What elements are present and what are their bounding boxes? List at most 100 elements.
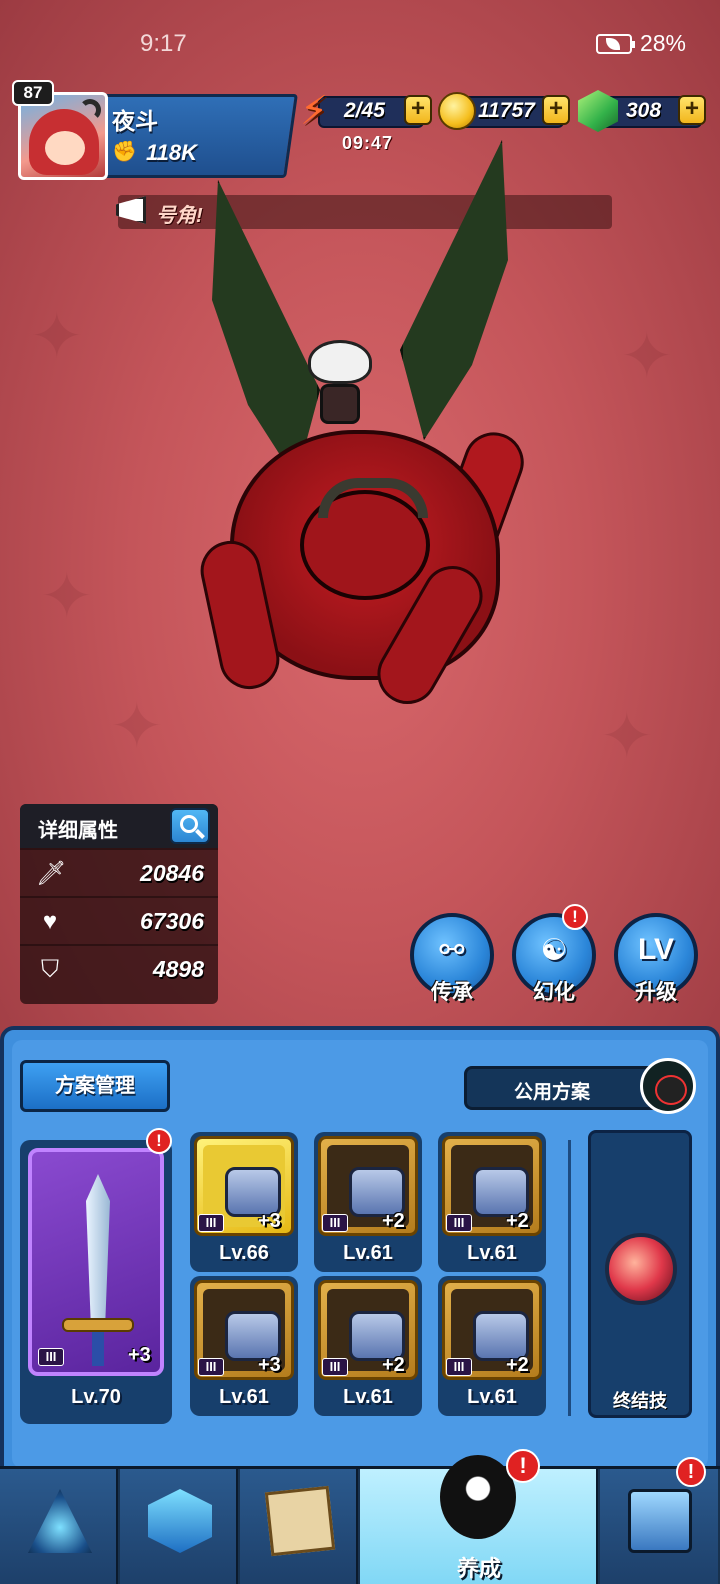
bomb-pet-icon[interactable] [640,1058,696,1114]
armor-enhance: +2 [382,1210,405,1232]
gear-slot-helmet[interactable]: III +3 Lv.66 [190,1132,298,1272]
stat-row-attack: 🗡 20846 [20,848,218,896]
stats-title: 详细属性 [38,820,118,842]
background-pattern-icon: ✦ [620,320,674,394]
battery-percent: 28% [639,30,686,56]
stats-search-button[interactable] [170,808,210,844]
gear-slot-pants[interactable]: III +2 Lv.61 [438,1132,546,1272]
ultimate-skill-slot[interactable]: 终结技 [588,1130,692,1418]
stats-header: 详细属性 [20,804,218,848]
map-icon [264,1485,336,1557]
stat-row-health: ♥ 67306 [20,896,218,944]
background-pattern-icon: ✦ [40,560,94,634]
gloves-tier: III [198,1358,224,1376]
hero-dragon-illustration [195,140,533,760]
nav-map[interactable] [240,1469,358,1584]
gear-slot-boots[interactable]: III +2 Lv.61 [314,1276,422,1416]
transform-label: 幻化 [533,981,575,1004]
coin-resource: 11757 + [438,92,570,130]
plan-management-button[interactable]: 方案管理 [20,1060,170,1112]
power-fist-icon: ✊ [112,141,137,163]
status-battery: 28% [595,30,686,57]
weapon-tier: III [38,1348,64,1366]
nav-shop-alert-badge: ! [676,1457,706,1487]
battery-saver-icon [595,33,635,54]
detailed-stats-panel: 详细属性 🗡 20846 ♥ 67306 ⛉ 4898 [20,804,218,1004]
gem-resource: 308 + [578,90,708,132]
bottom-nav: 养成 ! ! [0,1449,720,1584]
helmet-level: Lv.66 [219,1242,269,1264]
hero-rider [308,340,372,430]
stat-row-defense: ⛉ 4898 [20,944,218,992]
upgrade-label: 升级 [635,981,677,1004]
gloves-enhance: +3 [258,1354,281,1376]
player-power: 118K [146,140,197,165]
weapon-alert-badge: ! [146,1128,172,1154]
weapon-frame: III +3 [28,1148,164,1376]
character-icon [440,1455,516,1539]
player-name: 夜斗 [112,108,158,134]
dungeon-icon [28,1489,92,1553]
pants-enhance: +2 [506,1210,529,1232]
pants-tier: III [446,1214,472,1232]
background-pattern-icon: ✦ [600,700,654,774]
dragon-wing-left [212,180,320,480]
announcement-text: 号角! [156,205,203,227]
energy-bolt-icon: ⚡ [300,89,329,133]
public-plan-label: 公用方案 [513,1082,590,1103]
nav-character-label: 养成 [456,1556,501,1581]
coin-value: 11757 [478,99,535,122]
inherit-label: 传承 [431,981,473,1004]
transform-alert-badge: ! [562,904,588,930]
add-gems-button[interactable]: + [678,95,706,125]
weapon-enhance: +3 [128,1344,151,1366]
upgrade-lv-icon: LV [637,933,675,966]
nav-character[interactable]: 养成 [360,1455,598,1584]
helmet-tier: III [198,1214,224,1232]
panel-divider [568,1140,571,1416]
health-value: 67306 [140,908,204,934]
gear-slot-armor[interactable]: III +2 Lv.61 [314,1132,422,1272]
nav-crystal[interactable] [120,1469,238,1584]
boots-level: Lv.61 [343,1386,393,1408]
gloves-level: Lv.61 [219,1386,269,1408]
megaphone-icon [112,190,154,230]
shop-icon [628,1489,692,1553]
weapon-slot[interactable]: III +3 Lv.70 [20,1140,172,1424]
gear-slot-necklace[interactable]: III +2 Lv.61 [438,1276,546,1416]
gem-value: 308 [626,99,662,122]
weapon-level: Lv.70 [71,1386,121,1408]
status-time: 9:17 [140,30,187,57]
sword-icon [86,1174,110,1324]
player-level-badge: 87 [12,80,54,106]
necklace-enhance: +2 [506,1354,529,1376]
energy-resource: ⚡ 2/45 + [300,89,432,133]
add-energy-button[interactable]: + [404,95,432,125]
gold-coin-icon [438,92,476,130]
nav-character-alert-badge: ! [506,1449,540,1483]
nav-dungeon[interactable] [0,1469,118,1584]
attack-value: 20846 [140,860,204,886]
boots-tier: III [322,1358,348,1376]
defense-icon: ⛉ [41,956,59,983]
attack-icon: 🗡 [36,860,67,887]
background-pattern-icon: ✦ [110,690,164,764]
necklace-level: Lv.61 [467,1386,517,1408]
transform-dragon-icon: ☯ [540,934,568,967]
add-coins-button[interactable]: + [542,95,570,125]
helmet-enhance: +3 [258,1210,281,1232]
armor-tier: III [322,1214,348,1232]
public-plan-selector[interactable]: 公用方案 [464,1066,664,1110]
nav-shop[interactable] [600,1469,718,1584]
defense-value: 4898 [152,956,204,982]
health-icon: ♥ [42,908,58,935]
ultimate-skill-label: 终结技 [613,1391,667,1411]
crystal-icon [148,1489,212,1553]
gear-slot-gloves[interactable]: III +3 Lv.61 [190,1276,298,1416]
ultimate-orb-icon [605,1233,677,1305]
necklace-tier: III [446,1358,472,1376]
energy-value: 2/45 [344,99,385,122]
pants-level: Lv.61 [467,1242,517,1264]
armor-level: Lv.61 [343,1242,393,1264]
dragon-wing-right [400,140,508,440]
